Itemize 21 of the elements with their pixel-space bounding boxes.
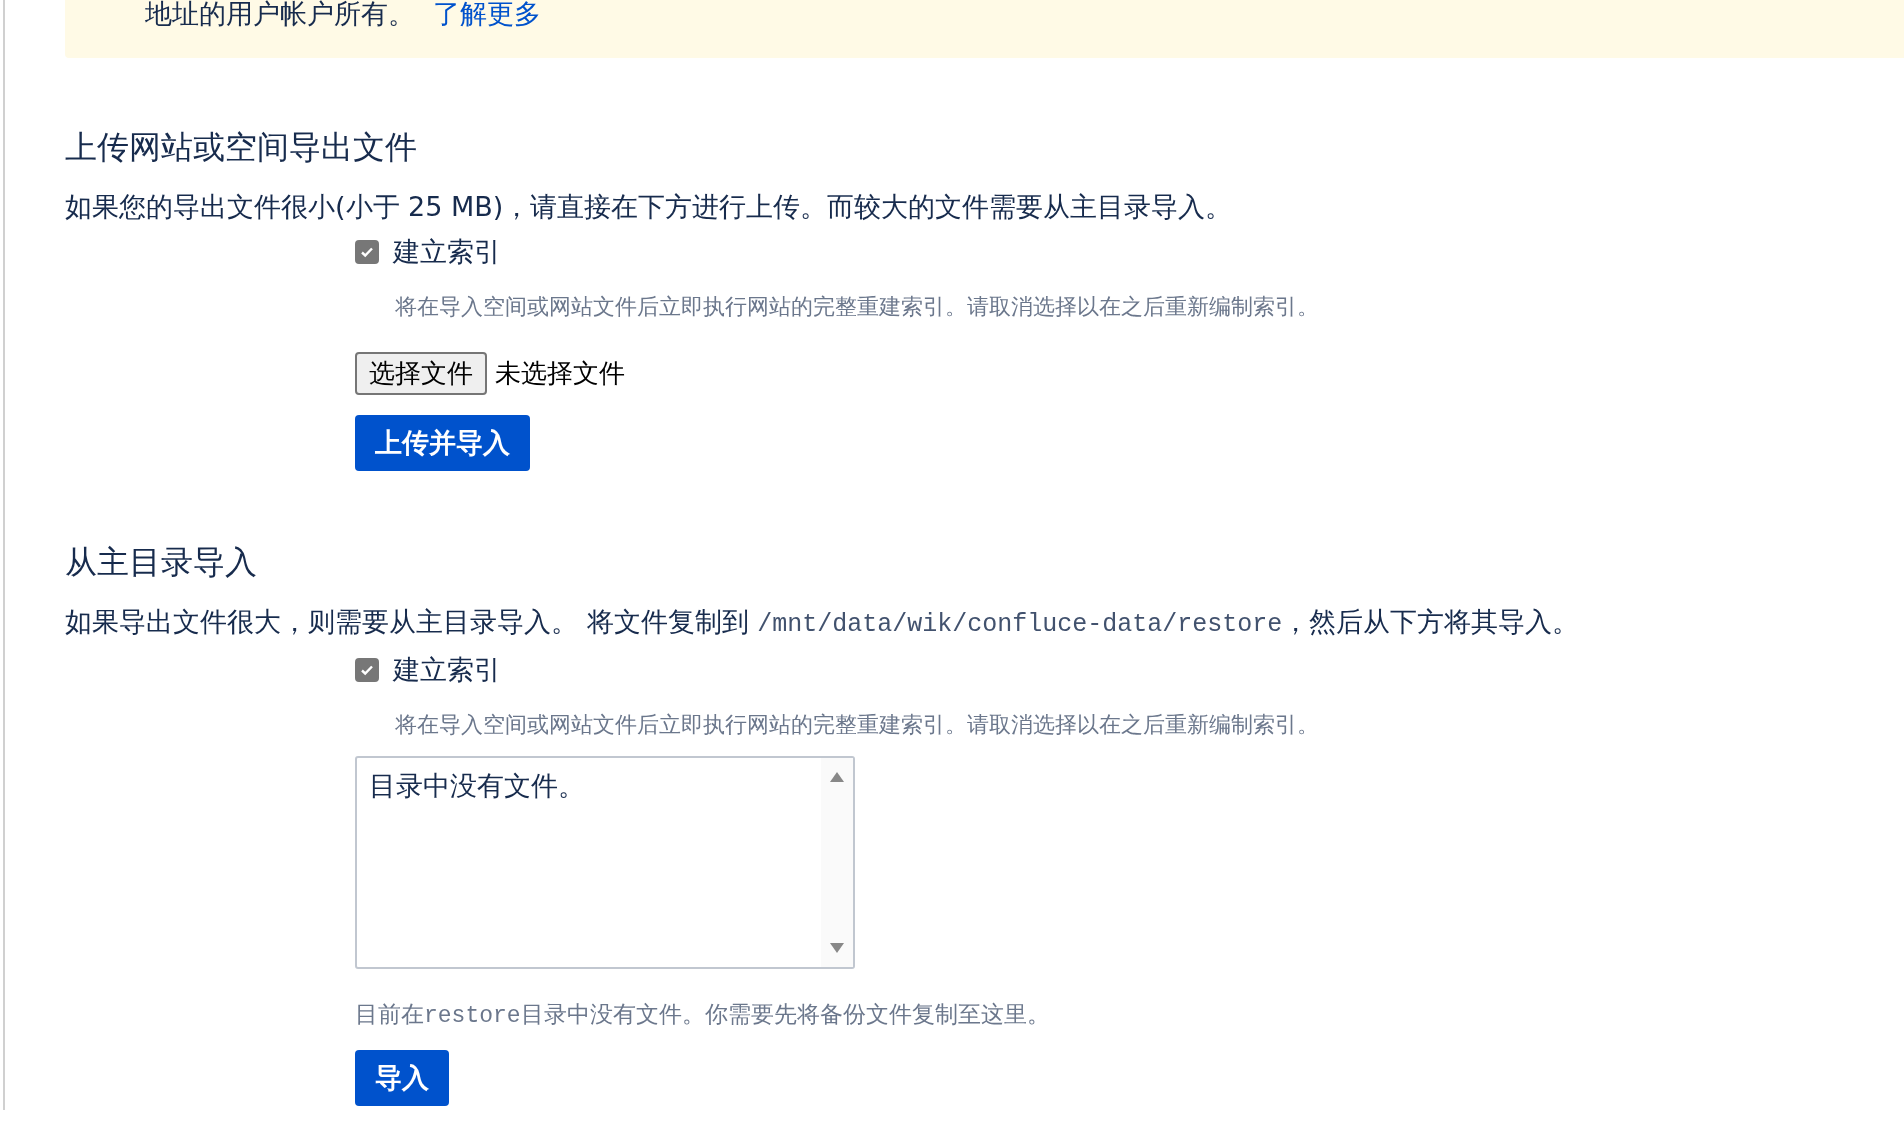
scroll-down-icon[interactable] (830, 943, 844, 953)
help-text: 将在导入空间或网站文件后立即执行网站的完整重建索引。请取消选择以在之后重新编制索引。 (395, 711, 1319, 739)
checkbox-label: 建立索引 (393, 653, 501, 687)
section-heading: 从主目录导入 (65, 542, 258, 583)
help-text: 将在导入空间或网站文件后立即执行网站的完整重建索引。请取消选择以在之后重新编制索引。 (395, 293, 1319, 321)
checkbox-label: 建立索引 (393, 235, 501, 269)
choose-file-button[interactable]: 选择文件 (355, 352, 487, 395)
section-description: 如果导出文件很大，则需要从主目录导入。 将文件复制到 /mnt/data/wik/confluce-data/restore，然后从下方将其导入。 (65, 605, 1581, 641)
import-button[interactable]: 导入 (355, 1050, 449, 1106)
file-status-text: 未选择文件 (495, 357, 625, 390)
upload-import-button[interactable]: 上传并导入 (355, 415, 530, 471)
index-checkbox[interactable] (355, 240, 379, 264)
section-description: 如果您的导出文件很小(小于 25 MB)，请直接在下方进行上传。而较大的文件需要从主目录导入。 (65, 190, 1234, 224)
index-checkbox[interactable] (355, 658, 379, 682)
list-option[interactable]: 目录中没有文件。 (369, 768, 809, 804)
scroll-up-icon[interactable] (830, 772, 844, 782)
learn-more-link[interactable]: 了解更多 (433, 0, 541, 32)
note-text: 目前在restore 目录中没有文件。你需要先将备份文件复制至这里。 (355, 1000, 1050, 1030)
banner-text: 地址的用户帐户所有。 (145, 0, 415, 31)
section-heading: 上传网站或空间导出文件 (65, 127, 418, 168)
file-list-box[interactable]: 目录中没有文件。 (355, 756, 855, 969)
